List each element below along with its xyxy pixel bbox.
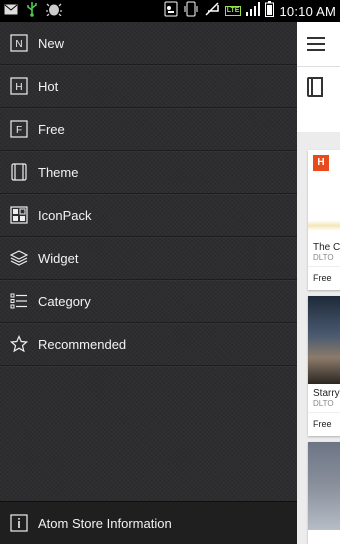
vibrate-icon [183, 1, 199, 22]
menu-icon[interactable] [307, 37, 325, 51]
theme-tab-icon[interactable] [307, 77, 323, 97]
drawer-item-theme[interactable]: Theme [0, 151, 297, 194]
widget-icon [10, 249, 28, 267]
hot-icon: H [10, 77, 28, 95]
android-debug-icon [46, 2, 62, 21]
drawer-item-hot[interactable]: H Hot [0, 65, 297, 108]
drawer-item-free[interactable]: F Free [0, 108, 297, 151]
card-author: DLTO [313, 399, 334, 408]
mail-icon [4, 2, 18, 20]
drawer-item-label: Category [38, 293, 91, 309]
svg-text:F: F [16, 125, 22, 136]
drawer-item-iconpack[interactable]: IconPack [0, 194, 297, 237]
star-icon [10, 335, 28, 353]
info-icon [10, 514, 28, 532]
card-price: Free [308, 412, 340, 429]
no-signal-icon [204, 1, 220, 22]
signal-icon [246, 1, 261, 21]
drawer-item-category[interactable]: Category [0, 280, 297, 323]
drawer-item-recommended[interactable]: Recommended [0, 323, 297, 366]
app-tabbar [297, 66, 340, 132]
battery-icon [265, 0, 275, 22]
drawer-item-label: Recommended [38, 336, 127, 352]
new-icon: N [10, 34, 28, 52]
svg-text:N: N [15, 39, 22, 50]
drawer-item-new[interactable]: N New [0, 22, 297, 65]
navigation-drawer: N New H Hot F Free Theme IconPack Widget [0, 22, 297, 544]
card-thumbnail [308, 296, 340, 384]
theme-card[interactable] [308, 442, 340, 544]
lte-icon: LTE [224, 6, 242, 16]
hot-badge: H [313, 155, 329, 171]
iconpack-icon [10, 206, 28, 224]
app-toolbar [297, 22, 340, 66]
card-author: DLTO [313, 253, 334, 262]
theme-icon [10, 163, 28, 181]
drawer-item-label: IconPack [38, 207, 92, 223]
drawer-item-label: Widget [38, 250, 79, 266]
drawer-item-label: Theme [38, 164, 79, 180]
drawer-footer-info[interactable]: Atom Store Information [0, 501, 297, 544]
card-thumbnail [308, 442, 340, 530]
usb-icon [27, 1, 37, 22]
status-bar: LTE 10:10 AM [0, 0, 340, 22]
drawer-item-widget[interactable]: Widget [0, 237, 297, 280]
drawer-item-label: Hot [38, 78, 59, 94]
card-title: The C [313, 242, 340, 253]
sim-icon [164, 1, 178, 22]
drawer-item-label: New [38, 35, 65, 51]
status-time: 10:10 AM [279, 3, 336, 19]
svg-text:H: H [15, 82, 22, 93]
category-icon [10, 292, 28, 310]
theme-card[interactable]: H The C DLTO Free [308, 150, 340, 290]
drawer-item-label: Free [38, 121, 65, 137]
free-icon: F [10, 120, 28, 138]
card-price: Free [308, 266, 340, 283]
drawer-footer-label: Atom Store Information [38, 515, 172, 531]
theme-card[interactable]: Starry DLTO Free [308, 296, 340, 436]
card-title: Starry [313, 388, 340, 399]
app-content: H The C DLTO Free Starry DLTO Free [297, 22, 340, 544]
